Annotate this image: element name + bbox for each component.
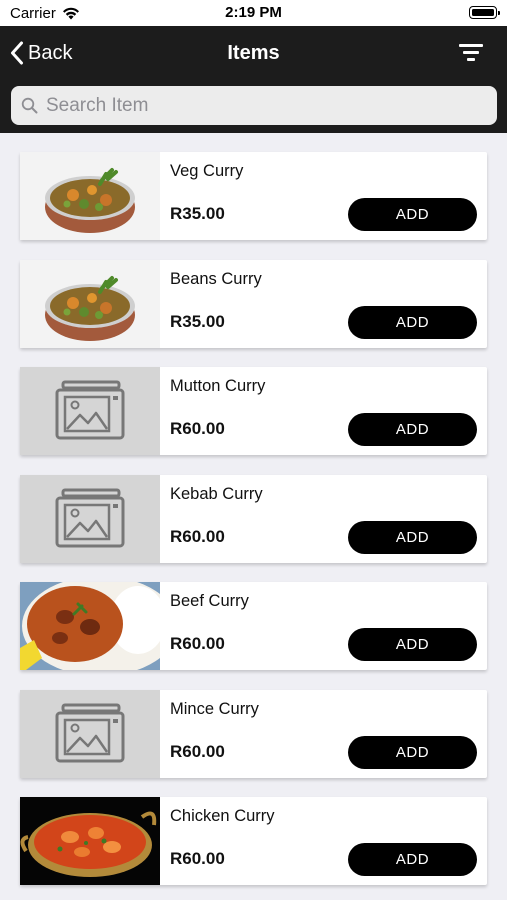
add-button[interactable]: ADD: [348, 843, 477, 876]
item-card[interactable]: Beef Curry R60.00 ADD: [20, 582, 487, 670]
search-input[interactable]: [46, 94, 476, 117]
item-list: Veg Curry R35.00 ADD Beans Curry R35.00 …: [20, 152, 487, 900]
item-price: R60.00: [170, 419, 225, 438]
item-card[interactable]: Veg Curry R35.00 ADD: [20, 152, 487, 240]
battery-icon: [469, 6, 500, 19]
item-card[interactable]: Mutton Curry R60.00 ADD: [20, 367, 487, 455]
item-card[interactable]: Mince Curry R60.00 ADD: [20, 689, 487, 778]
status-bar: Carrier 2:19 PM: [0, 0, 507, 26]
item-price: R35.00: [170, 311, 225, 331]
add-button[interactable]: ADD: [348, 628, 477, 661]
item-price: R60.00: [170, 526, 225, 546]
add-button[interactable]: ADD: [348, 735, 477, 769]
image-placeholder-icon: [55, 703, 125, 762]
image-placeholder-icon: [55, 488, 125, 547]
item-card[interactable]: Kebab Curry R60.00 ADD: [20, 474, 487, 563]
add-button[interactable]: ADD: [348, 413, 477, 446]
item-price: R35.00: [170, 204, 225, 223]
item-image-veg-curry: [20, 152, 160, 240]
item-name: Mutton Curry: [170, 377, 266, 395]
add-button[interactable]: ADD: [348, 520, 477, 554]
chicken-curry-pan-icon: [20, 797, 160, 885]
search-bar[interactable]: [11, 86, 497, 125]
item-name: Beans Curry: [170, 269, 262, 288]
item-card[interactable]: Chicken Curry R60.00 ADD: [20, 797, 487, 885]
image-placeholder-icon: [55, 380, 125, 440]
item-name: Chicken Curry: [170, 807, 275, 825]
item-image-beef-curry: [20, 582, 160, 670]
item-price: R60.00: [170, 634, 225, 653]
item-price: R60.00: [170, 741, 225, 761]
status-time: 2:19 PM: [225, 4, 282, 21]
add-button[interactable]: ADD: [348, 198, 477, 231]
item-name: Mince Curry: [170, 699, 259, 718]
item-image-kebab-curry: [20, 474, 160, 563]
item-card[interactable]: Beans Curry R35.00 ADD: [20, 259, 487, 348]
beef-curry-plate-icon: [20, 582, 160, 670]
item-name: Beef Curry: [170, 592, 249, 610]
filter-icon: [459, 44, 483, 47]
item-name: Veg Curry: [170, 162, 244, 180]
search-icon: [21, 97, 38, 114]
page-title: Items: [227, 42, 280, 64]
filter-button[interactable]: [457, 41, 485, 65]
add-button[interactable]: ADD: [348, 305, 477, 339]
item-image-mutton-curry: [20, 367, 160, 455]
item-image-chicken-curry: [20, 797, 160, 885]
item-image-beans-curry: [20, 259, 160, 348]
curry-bowl-icon: [45, 168, 135, 233]
curry-bowl-icon: [45, 275, 135, 341]
item-price: R60.00: [170, 849, 225, 868]
item-image-mince-curry: [20, 689, 160, 778]
item-name: Kebab Curry: [170, 484, 263, 503]
